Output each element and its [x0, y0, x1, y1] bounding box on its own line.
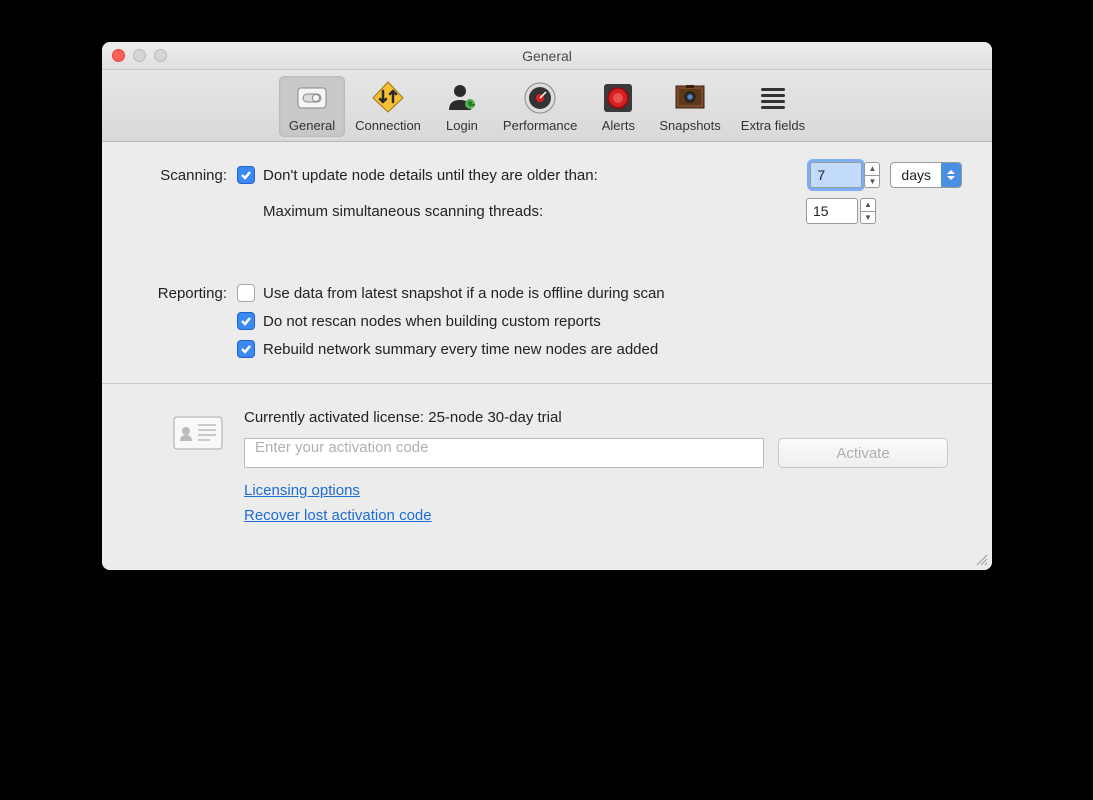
tab-label: Extra fields: [741, 118, 805, 133]
window-controls: [112, 49, 167, 62]
tab-label: Alerts: [602, 118, 635, 133]
tab-label: Login: [446, 118, 478, 133]
license-section: Currently activated license: 25-node 30-…: [132, 384, 962, 562]
reporting-row-rebuild: Rebuild network summary every time new n…: [132, 340, 962, 358]
stepper-down-icon[interactable]: ▼: [860, 212, 876, 225]
minimize-button[interactable]: [133, 49, 146, 62]
scanning-row-update: Scanning: Don't update node details unti…: [132, 162, 962, 188]
dont-update-label: Don't update node details until they are…: [263, 167, 598, 184]
tab-label: Performance: [503, 118, 577, 133]
general-icon: [294, 80, 330, 116]
reporting-label: Reporting:: [132, 285, 237, 302]
tab-general[interactable]: General: [279, 76, 345, 137]
use-snapshot-label: Use data from latest snapshot if a node …: [263, 285, 665, 302]
tab-label: General: [289, 118, 335, 133]
days-input[interactable]: [810, 162, 862, 188]
connection-icon: [370, 80, 406, 116]
select-value: days: [901, 167, 931, 183]
activate-button[interactable]: Activate: [778, 438, 948, 468]
reporting-row-rescan: Do not rescan nodes when building custom…: [132, 312, 962, 330]
license-status: Currently activated license: 25-node 30-…: [244, 409, 962, 426]
login-icon: [444, 80, 480, 116]
license-content: Currently activated license: 25-node 30-…: [244, 409, 962, 532]
stepper-down-icon[interactable]: ▼: [864, 176, 880, 189]
max-threads-label: Maximum simultaneous scanning threads:: [263, 203, 543, 220]
snapshots-icon: [672, 80, 708, 116]
titlebar: General: [102, 42, 992, 70]
general-panel: Scanning: Don't update node details unti…: [102, 142, 992, 570]
license-card-icon: [172, 413, 224, 453]
alerts-icon: [600, 80, 636, 116]
tab-performance[interactable]: Performance: [493, 76, 587, 137]
stepper-up-icon[interactable]: ▲: [860, 198, 876, 212]
dont-update-checkbox[interactable]: [237, 166, 255, 184]
tab-label: Snapshots: [659, 118, 720, 133]
resize-grip-icon[interactable]: [974, 552, 988, 566]
stepper-up-icon[interactable]: ▲: [864, 162, 880, 176]
threads-stepper[interactable]: ▲ ▼: [860, 198, 876, 224]
preferences-window: General General Connection Login Perform…: [102, 42, 992, 570]
close-button[interactable]: [112, 49, 125, 62]
rebuild-label: Rebuild network summary every time new n…: [263, 341, 658, 358]
tab-extra-fields[interactable]: Extra fields: [731, 76, 815, 137]
tab-connection[interactable]: Connection: [345, 76, 431, 137]
max-threads-input[interactable]: [806, 198, 858, 224]
preferences-toolbar: General Connection Login Performance Ale…: [102, 70, 992, 142]
license-input-row: Enter your activation code Activate: [244, 438, 962, 468]
select-arrows-icon: [941, 163, 961, 187]
recover-code-link[interactable]: Recover lost activation code: [244, 507, 962, 524]
tab-label: Connection: [355, 118, 421, 133]
tab-login[interactable]: Login: [431, 76, 493, 137]
activation-code-input[interactable]: Enter your activation code: [244, 438, 764, 468]
rebuild-checkbox[interactable]: [237, 340, 255, 358]
time-unit-select[interactable]: days: [890, 162, 962, 188]
licensing-options-link[interactable]: Licensing options: [244, 482, 962, 499]
tab-alerts[interactable]: Alerts: [587, 76, 649, 137]
window-title: General: [102, 48, 992, 64]
reporting-row-snapshot: Reporting: Use data from latest snapshot…: [132, 284, 962, 302]
zoom-button[interactable]: [154, 49, 167, 62]
scanning-label: Scanning:: [132, 167, 237, 184]
no-rescan-label: Do not rescan nodes when building custom…: [263, 313, 601, 330]
days-stepper[interactable]: ▲ ▼: [864, 162, 880, 188]
use-snapshot-checkbox[interactable]: [237, 284, 255, 302]
extra-fields-icon: [755, 80, 791, 116]
scanning-row-threads: Maximum simultaneous scanning threads: ▲…: [132, 198, 962, 224]
tab-snapshots[interactable]: Snapshots: [649, 76, 730, 137]
no-rescan-checkbox[interactable]: [237, 312, 255, 330]
performance-icon: [522, 80, 558, 116]
